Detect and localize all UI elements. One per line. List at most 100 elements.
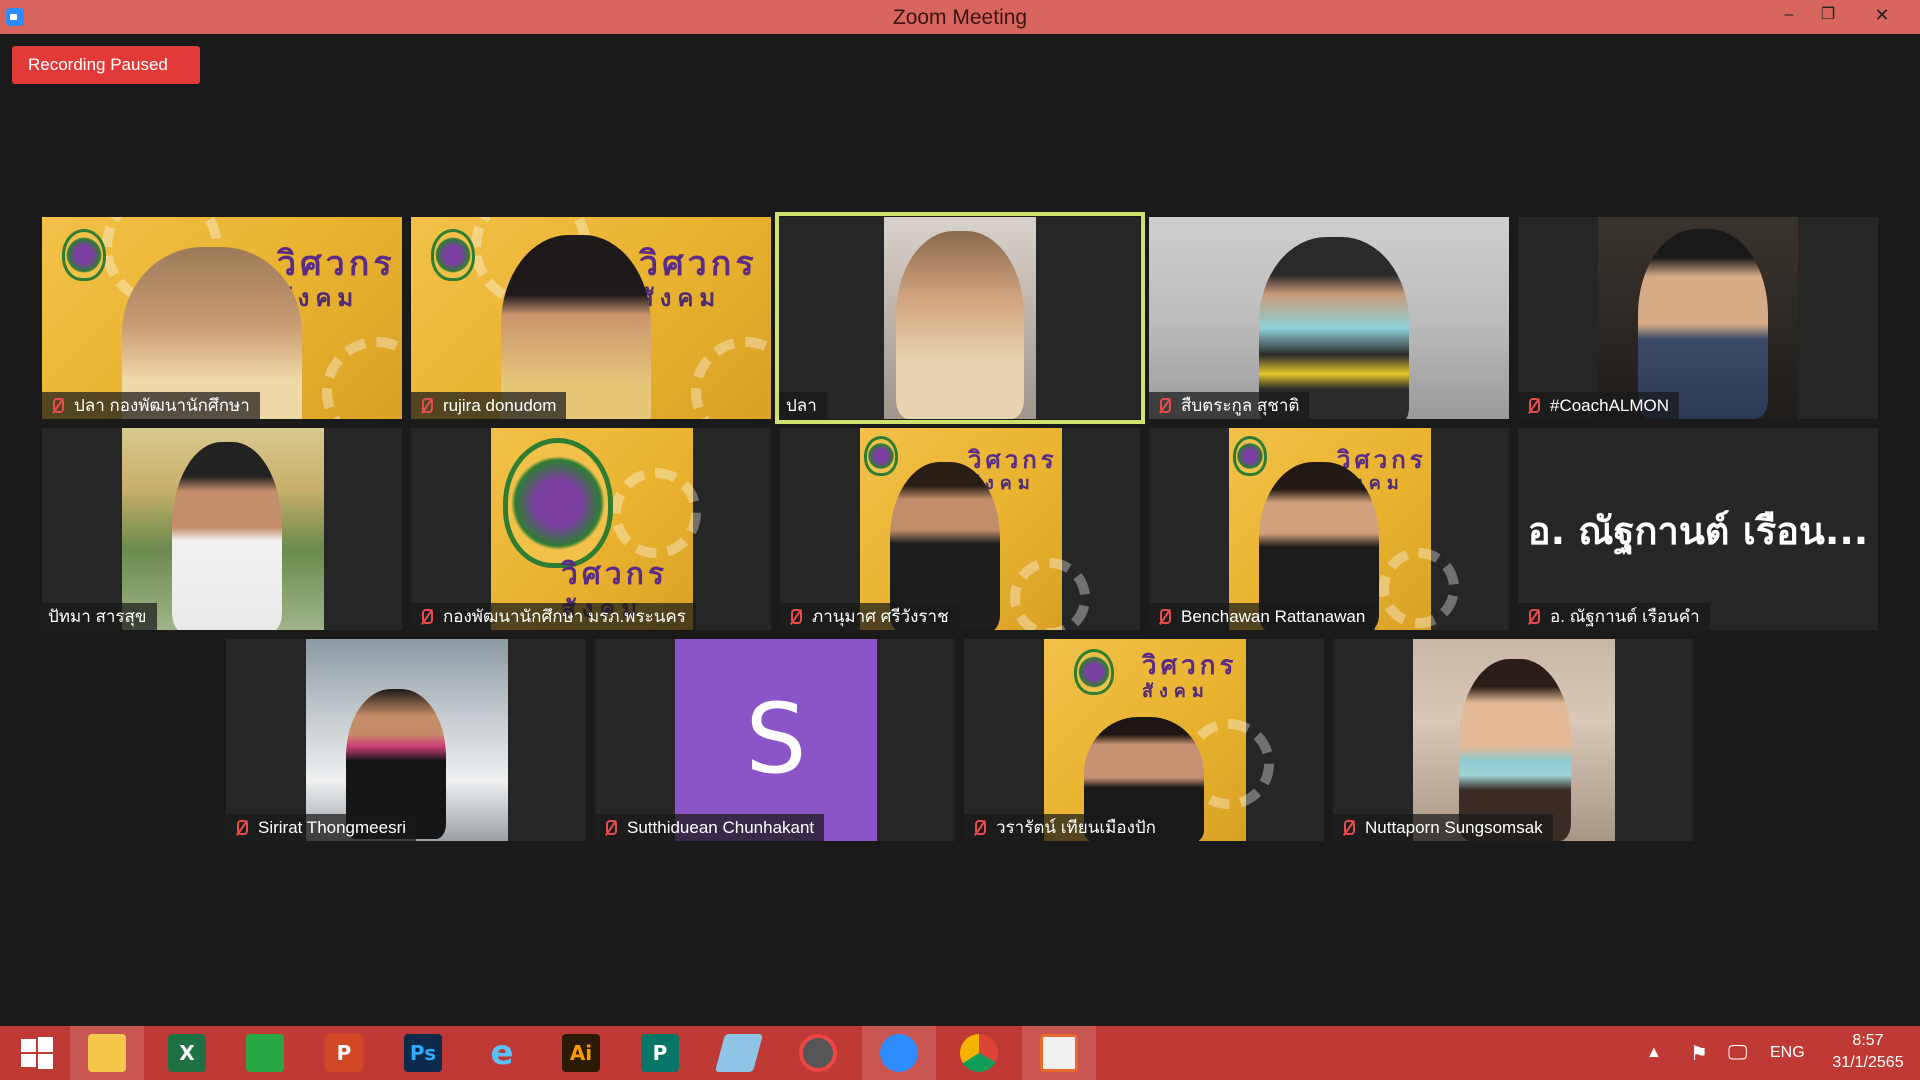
mic-muted-icon [1339,819,1357,837]
taskbar-photos[interactable] [1022,1026,1096,1080]
university-seal-icon [864,436,898,476]
poster-title: วิศวกร [639,244,758,284]
poster-title: วิศวกร [1337,446,1427,474]
participant-name: Sutthiduean Chunhakant [627,818,815,837]
powerpoint-icon: P [325,1034,363,1072]
participant-nametag: วรารัตน์ เทียนเมืองปัก [964,814,1166,841]
participant-video [306,639,508,841]
participant-nametag: Sirirat Thongmeesri [226,814,417,841]
recording-paused-badge[interactable]: Recording Paused [12,46,200,84]
participant-tile[interactable]: สืบตระกูล สุชาติ [1149,217,1509,419]
photoshop-icon: Ps [404,1034,442,1072]
taskbar-photoshop[interactable]: Ps [386,1026,460,1080]
clock-date: 31/1/2565 [1832,1054,1904,1071]
taskbar-zoom[interactable] [862,1026,936,1080]
minimize-button[interactable]: – [1769,0,1809,34]
zoom-icon [880,1034,918,1072]
input-language[interactable]: ENG [1770,1026,1810,1080]
participant-tile[interactable]: วิศวกร สังคม ภานุมาศ ศรีวังราช [780,428,1140,630]
notepad-icon [714,1034,764,1072]
university-seal-icon [431,229,475,281]
mic-muted-icon [1155,608,1173,626]
participant-nametag: กองพัฒนานักศึกษา มรภ.พระนคร [411,603,696,630]
participant-nametag: อ. ณัฐกานต์ เรือนคำ [1518,603,1710,630]
photoscape-icon [799,1034,837,1072]
start-button[interactable] [0,1026,74,1080]
excel-icon: X [168,1034,206,1072]
illustrator-icon: Ai [562,1034,600,1072]
taskbar-photoscape[interactable] [781,1026,855,1080]
participant-tile[interactable]: วิศวกร สังคม rujira donudom [411,217,771,419]
participant-tile[interactable]: วิศวกรสังคม กองพัฒนานักศึกษา มรภ.พระนคร [411,428,771,630]
mic-muted-icon [232,819,250,837]
participant-nametag: ปัทมา สารสุข [42,603,157,630]
clock-time: 8:57 [1852,1032,1884,1049]
taskbar-internet-explorer[interactable]: e [465,1026,539,1080]
mic-muted-icon [1155,397,1173,415]
university-seal-icon [503,438,613,568]
restore-button[interactable]: ❐ [1808,0,1848,34]
participant-name: rujira donudom [443,396,557,415]
participant-tile[interactable]: วิศวกร สังคม ปลา กองพัฒนานักศึกษา [42,217,402,419]
taskbar-illustrator[interactable]: Ai [544,1026,618,1080]
participant-nametag: ปลา กองพัฒนานักศึกษา [42,392,260,419]
participant-display-name: อ. ณัฐกานต์ เรือน... [1527,509,1869,553]
participant-video: วิศวกรสังคม [1044,639,1274,841]
participant-name: ปัทมา สารสุข [48,607,147,626]
network-icon[interactable]: 🖵 [1728,1026,1754,1080]
taskbar-chrome[interactable] [942,1026,1016,1080]
participant-name: Sirirat Thongmeesri [258,818,407,837]
taskbar-file-explorer[interactable] [70,1026,144,1080]
close-button[interactable]: ✕ [1862,0,1902,34]
participant-nametag: Benchawan Rattanawan [1149,603,1376,630]
store-icon [246,1034,284,1072]
participant-name: ปลา [786,396,817,415]
participant-tile-active-speaker[interactable]: ปลา [775,212,1145,424]
participant-video [122,428,324,630]
participant-video [1149,217,1509,419]
participant-name: วรารัตน์ เทียนเมืองปัก [996,818,1156,837]
taskbar-publisher[interactable]: P [623,1026,697,1080]
mic-muted-icon [786,608,804,626]
taskbar-excel[interactable]: X [150,1026,224,1080]
participant-nametag: สืบตระกูล สุชาติ [1149,392,1310,419]
poster-title: วิศวกร [561,557,669,592]
university-seal-icon [1233,436,1267,476]
participant-tile[interactable]: Sirirat Thongmeesri [226,639,586,841]
window-title: Zoom Meeting [892,6,1028,29]
avatar-initial: S [745,683,807,795]
show-hidden-icons-chevron-icon[interactable]: ▲ [1646,1026,1666,1080]
taskbar-clock[interactable]: 8:57 31/1/2565 [1822,1030,1914,1074]
poster-title: วิศวกร [277,244,396,284]
windows-start-icon [21,1037,53,1069]
mic-muted-icon [1524,397,1542,415]
taskbar-notepad[interactable] [702,1026,776,1080]
participant-tile[interactable]: วิศวกร สังคม วรารัตน์ เทียนเมืองปัก [964,639,1324,841]
file-explorer-icon [88,1034,126,1072]
university-seal-icon [1074,649,1114,695]
participant-video: วิศวกรสังคม [411,217,771,419]
participant-name: สืบตระกูล สุชาติ [1181,396,1300,415]
participant-name: ภานุมาศ ศรีวังราช [812,607,949,626]
participant-video: วิศวกรสังคม [860,428,1090,630]
participant-tile[interactable]: อ. ณัฐกานต์ เรือน... อ. ณัฐกานต์ เรือนคำ [1518,428,1878,630]
participant-tile[interactable]: วิศวกร สังคม Benchawan Rattanawan [1149,428,1509,630]
mic-muted-icon [601,819,619,837]
title-bar: Zoom Meeting – ❐ ✕ [0,0,1920,34]
participant-name: ปลา กองพัฒนานักศึกษา [74,396,250,415]
participant-video: วิศวกรสังคม [42,217,402,419]
taskbar-powerpoint[interactable]: P [307,1026,381,1080]
poster-subtitle: สังคม [1142,681,1210,702]
participant-nametag: ภานุมาศ ศรีวังราช [780,603,959,630]
participant-name: กองพัฒนานักศึกษา มรภ.พระนคร [443,607,686,626]
taskbar-store[interactable] [228,1026,302,1080]
participant-tile[interactable]: Nuttaporn Sungsomsak [1333,639,1693,841]
participant-tile[interactable]: ปัทมา สารสุข [42,428,402,630]
participant-tile[interactable]: S Sutthiduean Chunhakant [595,639,955,841]
participant-nametag: Sutthiduean Chunhakant [595,814,825,841]
action-center-flag-icon[interactable]: ⚑ [1690,1026,1714,1080]
poster-subtitle: สังคม [639,284,722,312]
participant-tile[interactable]: #CoachALMON [1518,217,1878,419]
participant-avatar: S [675,639,877,841]
participant-name: อ. ณัฐกานต์ เรือนคำ [1550,607,1700,626]
